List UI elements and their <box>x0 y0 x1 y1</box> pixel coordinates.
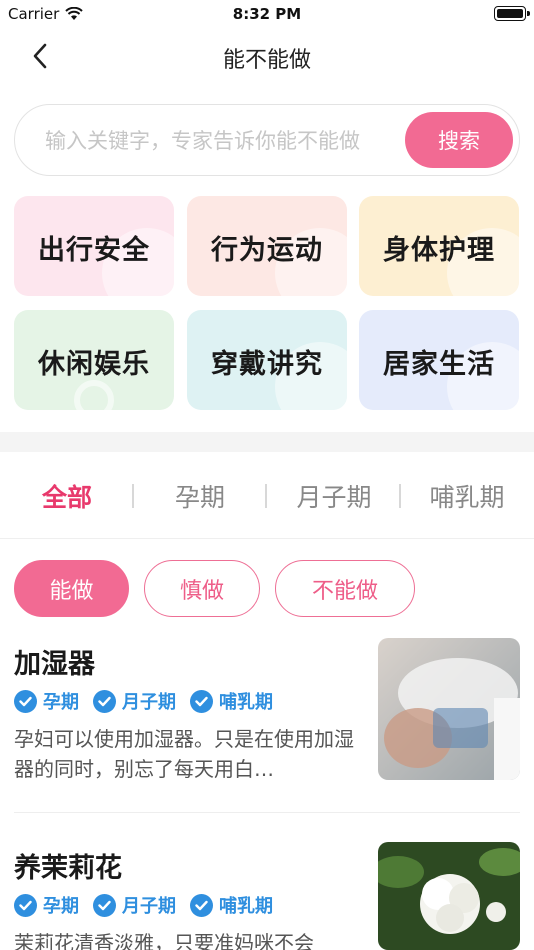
check-icon <box>14 893 37 917</box>
article-description: 孕妇可以使用加湿器。只是在使用加湿器的同时，别忘了每天用白… <box>14 727 354 781</box>
tag: 孕期 <box>14 688 79 714</box>
filter-can-do[interactable]: 能做 <box>14 560 129 617</box>
article-title: 加湿器 <box>14 649 95 680</box>
tag-label: 哺乳期 <box>219 692 273 713</box>
tag: 月子期 <box>93 892 176 918</box>
category-label: 休闲娱乐 <box>38 349 150 380</box>
category-body-care[interactable]: 身体护理 <box>359 196 519 296</box>
article-tags: 孕期 月子期 哺乳期 <box>14 688 273 714</box>
status-bar: Carrier 8:32 PM <box>0 0 534 28</box>
filter-cannot-do[interactable]: 不能做 <box>275 560 415 617</box>
article-description: 茉莉花清香淡雅，只要准妈咪不会 <box>14 931 314 950</box>
tab-separator <box>399 484 401 508</box>
category-label: 行为运动 <box>211 235 323 266</box>
category-label: 出行安全 <box>38 235 150 266</box>
search-button[interactable]: 搜索 <box>405 112 513 168</box>
category-travel-safety[interactable]: 出行安全 <box>14 196 174 296</box>
check-icon <box>190 689 213 713</box>
search-input[interactable] <box>45 124 390 158</box>
section-divider <box>0 432 534 452</box>
article-thumbnail-jasmine <box>378 842 520 950</box>
tag: 孕期 <box>14 892 79 918</box>
tag: 哺乳期 <box>190 688 273 714</box>
decoration-shape <box>74 380 114 410</box>
battery-icon <box>494 6 530 21</box>
category-label: 身体护理 <box>383 235 495 266</box>
tag: 月子期 <box>93 688 176 714</box>
tab-confinement[interactable]: 月子期 <box>274 478 394 514</box>
article-tags: 孕期 月子期 哺乳期 <box>14 892 273 918</box>
tab-pregnancy[interactable]: 孕期 <box>140 478 260 514</box>
page-title: 能不能做 <box>222 48 311 73</box>
category-label: 穿戴讲究 <box>211 349 323 380</box>
list-divider <box>14 812 520 813</box>
check-icon <box>93 689 116 713</box>
category-label: 居家生活 <box>383 349 495 380</box>
tag-label: 孕期 <box>43 896 79 917</box>
status-time: 8:32 PM <box>232 5 302 23</box>
category-clothing[interactable]: 穿戴讲究 <box>187 310 347 410</box>
list-item[interactable]: 养茉莉花 孕期 月子期 哺乳期 茉莉花清香淡雅，只要准妈咪不会 <box>14 842 520 950</box>
article-title: 养茉莉花 <box>14 853 122 884</box>
tab-separator <box>265 484 267 508</box>
tab-lactation[interactable]: 哺乳期 <box>407 478 527 514</box>
tag-label: 哺乳期 <box>219 896 273 917</box>
tabs-underline <box>0 538 534 539</box>
tab-all[interactable]: 全部 <box>7 478 127 514</box>
category-leisure[interactable]: 休闲娱乐 <box>14 310 174 410</box>
check-icon <box>190 893 213 917</box>
category-exercise[interactable]: 行为运动 <box>187 196 347 296</box>
stage-tabs: 全部 孕期 月子期 哺乳期 <box>0 466 534 526</box>
list-item[interactable]: 加湿器 孕期 月子期 哺乳期 孕妇可以使用加湿器。只是在使用加湿器的同时，别忘了… <box>14 638 520 788</box>
filter-cautious[interactable]: 慎做 <box>144 560 260 617</box>
nav-bar: 能不能做 <box>0 28 534 84</box>
check-icon <box>14 689 37 713</box>
search-bar: 搜索 <box>14 104 520 176</box>
tab-separator <box>132 484 134 508</box>
article-thumbnail-humidifier <box>378 638 520 780</box>
check-icon <box>93 893 116 917</box>
tag-label: 月子期 <box>122 692 176 713</box>
tag: 哺乳期 <box>190 892 273 918</box>
tag-label: 孕期 <box>43 692 79 713</box>
tag-label: 月子期 <box>122 896 176 917</box>
category-home-life[interactable]: 居家生活 <box>359 310 519 410</box>
